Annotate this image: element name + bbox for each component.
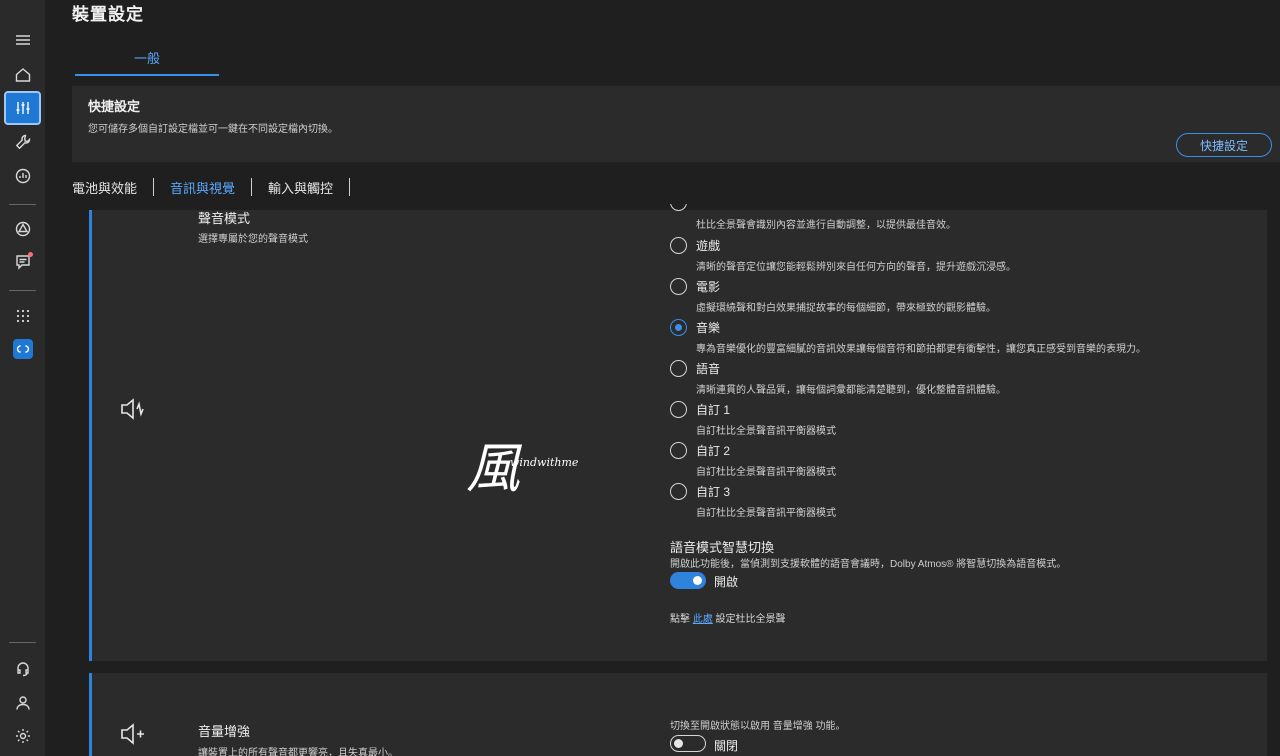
quick-settings-title: 快捷設定 xyxy=(88,99,141,114)
sound-option-desc: 杜比全景聲會識別內容並進行自動調整，以提供最佳音效。 xyxy=(696,220,956,231)
radio-button[interactable] xyxy=(670,483,687,500)
radio-button[interactable] xyxy=(670,442,687,459)
quick-settings-description: 您可儲存多個自訂設定檔並可一鍵在不同設定檔內切換。 xyxy=(88,124,338,135)
performance-icon[interactable] xyxy=(4,159,41,193)
radio-button[interactable] xyxy=(670,204,687,211)
rail-divider xyxy=(9,290,36,291)
messages-icon[interactable] xyxy=(4,245,41,279)
sound-mode-description: 選擇專屬於您的聲音模式 xyxy=(198,234,308,245)
app-logo-icon[interactable] xyxy=(4,332,41,366)
sound-option-label: 音樂 xyxy=(696,321,721,335)
radio-button[interactable] xyxy=(670,401,687,418)
apps-grid-icon[interactable] xyxy=(4,299,41,333)
wrench-icon[interactable] xyxy=(4,125,41,159)
speaker-plus-icon xyxy=(119,720,147,748)
sound-option-desc: 清晰連貫的人聲品質，讓每個詞彙都能清楚聽到，優化整體音訊體驗。 xyxy=(696,385,1006,396)
account-icon[interactable] xyxy=(4,686,41,720)
watermark: 風 windwithme xyxy=(466,424,586,500)
subnav-divider xyxy=(251,178,253,196)
sound-option-label: 自訂 2 xyxy=(696,444,731,458)
volume-boost-title: 音量增強 xyxy=(198,724,251,739)
subnav-input-touch[interactable]: 輸入與觸控 xyxy=(268,178,349,197)
sound-option-desc: 專為音樂優化的豐富細膩的音訊效果讓每個音符和節拍都更有衝擊性，讓您真正感受到音樂… xyxy=(696,344,1146,355)
sound-mode-title: 聲音模式 xyxy=(198,211,251,226)
subnav-battery-performance[interactable]: 電池與效能 xyxy=(72,178,153,197)
smart-switch-description: 開啟此功能後，當偵測到支援軟體的語音會議時，Dolby Atmos® 將智慧切換… xyxy=(670,559,1067,570)
link-suffix: 設定杜比全景聲 xyxy=(712,614,786,625)
volume-boost-toggle[interactable] xyxy=(670,735,706,752)
sound-option-custom-2[interactable]: 自訂 2 自訂杜比全景聲音訊平衡器模式 xyxy=(670,442,1260,482)
triangle-app-icon[interactable] xyxy=(4,212,41,246)
subnav-divider xyxy=(153,178,155,196)
quick-settings-button[interactable]: 快捷設定 xyxy=(1176,133,1272,157)
smart-switch-toggle[interactable] xyxy=(670,572,706,589)
sound-option-desc: 虛擬環繞聲和對白效果捕捉故事的每個細節，帶來極致的觀影體驗。 xyxy=(696,303,996,314)
menu-icon[interactable] xyxy=(4,23,41,57)
notification-badge xyxy=(28,252,33,257)
sound-mode-card: 聲音模式 選擇專屬於您的聲音模式 杜比全景聲會識別內容並進行自動調整，以提供最佳… xyxy=(89,204,1267,661)
radio-button-selected[interactable] xyxy=(670,319,687,336)
sound-option-label: 自訂 3 xyxy=(696,485,731,499)
sound-option-game[interactable]: 遊戲 清晰的聲音定位讓您能輕鬆辨別來自任何方向的聲音，提升遊戲沉浸感。 xyxy=(670,237,1260,277)
sound-option-label: 自訂 1 xyxy=(696,403,731,417)
rail-divider xyxy=(9,204,36,205)
smart-switch-title: 語音模式智慧切換 xyxy=(670,540,775,555)
subnav: 電池與效能 音訊與視覺 輸入與觸控 xyxy=(72,176,366,198)
sound-option-voice[interactable]: 語音 清晰連貫的人聲品質，讓每個詞彙都能清楚聽到，優化整體音訊體驗。 xyxy=(670,360,1260,400)
sound-option-custom-1[interactable]: 自訂 1 自訂杜比全景聲音訊平衡器模式 xyxy=(670,401,1260,441)
tab-general[interactable]: 一般 xyxy=(75,48,219,76)
quick-settings-card: 快捷設定 您可儲存多個自訂設定檔並可一鍵在不同設定檔內切換。 快捷設定 xyxy=(72,86,1280,162)
sound-option-custom-3[interactable]: 自訂 3 自訂杜比全景聲音訊平衡器模式 xyxy=(670,483,1260,523)
subnav-divider xyxy=(349,178,351,196)
sound-option-label: 電影 xyxy=(696,280,721,294)
sound-option-label: 語音 xyxy=(696,362,721,376)
watermark-text: windwithme xyxy=(510,456,579,469)
sound-option-desc: 自訂杜比全景聲音訊平衡器模式 xyxy=(696,426,836,437)
link-prefix: 點擊 xyxy=(670,614,693,625)
settings-gear-icon[interactable] xyxy=(4,719,41,753)
subnav-audio-visual[interactable]: 音訊與視覺 xyxy=(170,178,251,197)
sound-option-desc: 清晰的聲音定位讓您能輕鬆辨別來自任何方向的聲音，提升遊戲沉浸感。 xyxy=(696,262,1016,273)
sound-option-movie[interactable]: 電影 虛擬環繞聲和對白效果捕捉故事的每個細節，帶來極致的觀影體驗。 xyxy=(670,278,1260,318)
volume-boost-description: 讓裝置上的所有聲音都更響亮，且失真最小。 xyxy=(198,748,398,756)
device-settings-icon[interactable] xyxy=(4,91,41,125)
support-headset-icon[interactable] xyxy=(4,652,41,686)
home-icon[interactable] xyxy=(4,58,41,92)
rail-divider xyxy=(9,642,36,643)
sound-option-music[interactable]: 音樂 專為音樂優化的豐富細膩的音訊效果讓每個音符和節拍都更有衝擊性，讓您真正感受… xyxy=(670,319,1260,359)
volume-boost-hint: 切換至開啟狀態以啟用 音量增強 功能。 xyxy=(670,721,846,732)
dolby-settings-link[interactable]: 此處 xyxy=(693,614,713,625)
volume-boost-state: 關閉 xyxy=(714,739,739,753)
dolby-link-line: 點擊 此處 設定杜比全景聲 xyxy=(670,610,786,625)
smart-switch-state: 開啟 xyxy=(714,575,739,589)
radio-button[interactable] xyxy=(670,237,687,254)
volume-boost-card: 音量增強 讓裝置上的所有聲音都更響亮，且失真最小。 切換至開啟狀態以啟用 音量增… xyxy=(89,673,1267,756)
sound-option-desc: 自訂杜比全景聲音訊平衡器模式 xyxy=(696,467,836,478)
radio-button[interactable] xyxy=(670,278,687,295)
sound-option-label: 遊戲 xyxy=(696,239,721,253)
left-rail xyxy=(0,0,45,756)
speaker-wave-icon xyxy=(119,395,147,423)
radio-button[interactable] xyxy=(670,360,687,377)
sound-option-auto[interactable]: 杜比全景聲會識別內容並進行自動調整，以提供最佳音效。 xyxy=(670,194,1260,234)
page-title: 裝置設定 xyxy=(72,5,144,24)
sound-option-desc: 自訂杜比全景聲音訊平衡器模式 xyxy=(696,508,836,519)
